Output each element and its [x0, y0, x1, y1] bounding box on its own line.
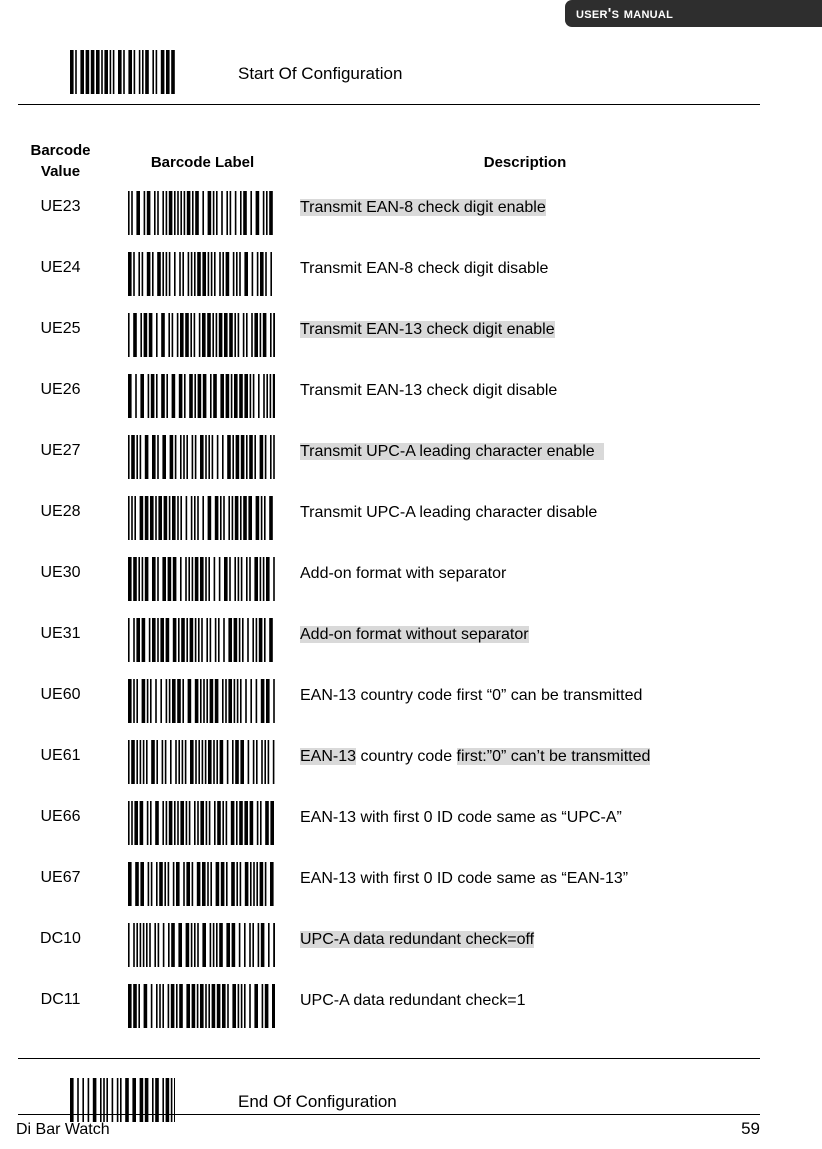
table-row: UE31 Add-on format without separator	[0, 612, 822, 673]
barcode-label-cell[interactable]	[128, 496, 275, 540]
column-header-description: Description	[483, 154, 567, 171]
barcode-label-cell[interactable]	[128, 191, 275, 235]
barcode-value-cell: UE30	[40, 564, 81, 581]
description-plain-segment: Transmit EAN-8 check digit disable	[300, 260, 549, 277]
footer-divider-rule	[18, 1058, 760, 1059]
end-of-configuration-section: End Of Configuration	[0, 1074, 822, 1130]
description-cell: Transmit EAN-13 check digit disable	[300, 380, 557, 402]
barcode-value-cell: UE31	[40, 625, 81, 642]
description-cell: Transmit UPC-A leading character enable	[300, 441, 604, 463]
column-header-barcode-label: Barcode Label	[150, 154, 255, 171]
table-row: UE61 EAN-13 country code first:”0” can’t …	[0, 734, 822, 795]
table-row: UE23 Transmit EAN-8 check digit enable	[0, 185, 822, 246]
barcode-label-cell[interactable]	[128, 313, 275, 357]
description-cell: EAN-13 country code first “0” can be tra…	[300, 685, 642, 707]
table-header-row: Barcode Value Barcode Label Description	[0, 140, 822, 185]
start-of-configuration-section: Start Of Configuration	[0, 46, 822, 102]
barcode-label-cell[interactable]	[128, 679, 275, 723]
description-cell: EAN-13 with first 0 ID code same as “EAN…	[300, 868, 628, 890]
description-plain-segment: Transmit EAN-13 check digit disable	[300, 382, 558, 399]
barcode-label-cell[interactable]	[128, 435, 275, 479]
description-highlighted-segment: Add-on format without separator	[300, 626, 529, 643]
description-plain-segment: Transmit UPC-A leading character disable	[300, 504, 598, 521]
description-highlighted-segment: Transmit UPC-A leading character enable	[300, 443, 604, 460]
description-cell: UPC-A data redundant check=1	[300, 990, 525, 1012]
description-plain-segment: EAN-13 with first 0 ID code same as “UPC…	[300, 809, 622, 826]
description-cell: Transmit EAN-8 check digit enable	[300, 197, 546, 219]
table-row: UE66 EAN-13 with first 0 ID code same as …	[0, 795, 822, 856]
table-row: DC10 UPC-A data redundant check=off	[0, 917, 822, 978]
table-row: UE67 EAN-13 with first 0 ID code same as …	[0, 856, 822, 917]
table-body: UE23 Transmit EAN-8 check digit enable UE2…	[0, 185, 822, 1039]
description-cell: Add-on format without separator	[300, 624, 529, 646]
barcode-label-cell[interactable]	[128, 923, 275, 967]
description-highlighted-segment: first:”0” can’t be transmitted	[456, 748, 651, 765]
users-manual-banner-label: User's Manual	[576, 5, 674, 22]
column-header-barcode-value: Barcode Value	[18, 140, 103, 182]
table-row: UE26 Transmit EAN-13 check digit disable	[0, 368, 822, 429]
description-cell: UPC-A data redundant check=off	[300, 929, 535, 951]
barcode-label-cell[interactable]	[128, 252, 275, 296]
table-row: UE60 EAN-13 country code first “0” can be…	[0, 673, 822, 734]
table-row: UE24 Transmit EAN-8 check digit disable	[0, 246, 822, 307]
description-cell: Add-on format with separator	[300, 563, 506, 585]
description-cell: Transmit EAN-13 check digit enable	[300, 319, 555, 341]
barcode-value-cell: UE28	[40, 503, 81, 520]
description-plain-segment: EAN-13 with first 0 ID code same as “EAN…	[300, 870, 629, 887]
barcode-value-cell: UE66	[40, 808, 81, 825]
table-row: UE30 Add-on format with separator	[0, 551, 822, 612]
description-plain-segment: Add-on format with separator	[300, 565, 507, 582]
barcode-label-cell[interactable]	[128, 862, 275, 906]
barcode-configuration-table: Barcode Value Barcode Label Description …	[0, 140, 822, 1039]
barcode-value-cell: UE26	[40, 381, 81, 398]
column-header-barcode-value-line1: Barcode	[30, 142, 91, 159]
header-divider-rule	[18, 104, 760, 105]
start-configuration-label: Start Of Configuration	[238, 64, 403, 83]
description-highlighted-segment: EAN-13	[300, 748, 357, 765]
start-configuration-barcode[interactable]	[70, 50, 175, 94]
page-footer-rule	[18, 1114, 760, 1115]
description-plain-segment: UPC-A data redundant check=1	[300, 992, 526, 1009]
barcode-label-cell[interactable]	[128, 801, 275, 845]
barcode-value-cell: UE24	[40, 259, 81, 276]
barcode-value-cell: UE61	[40, 747, 81, 764]
description-highlighted-segment: UPC-A data redundant check=off	[300, 931, 535, 948]
description-cell: EAN-13 with first 0 ID code same as “UPC…	[300, 807, 622, 829]
barcode-label-cell[interactable]	[128, 618, 275, 662]
barcode-label-cell[interactable]	[128, 374, 275, 418]
table-row: UE25 Transmit EAN-13 check digit enable	[0, 307, 822, 368]
description-cell: EAN-13 country code first:”0” can’t be t…	[300, 746, 651, 768]
barcode-value-cell: UE60	[40, 686, 81, 703]
table-row: UE28 Transmit UPC-A leading character dis…	[0, 490, 822, 551]
footer-product-name: Di Bar Watch	[16, 1121, 110, 1138]
barcode-label-cell[interactable]	[128, 984, 275, 1028]
barcode-value-cell: DC11	[40, 991, 81, 1008]
column-header-barcode-value-line2: Value	[40, 163, 81, 180]
table-row: UE27 Transmit UPC-A leading character ena…	[0, 429, 822, 490]
description-highlighted-segment: Transmit EAN-8 check digit enable	[300, 199, 546, 216]
description-cell: Transmit UPC-A leading character disable	[300, 502, 597, 524]
users-manual-banner: User's Manual	[565, 0, 822, 27]
barcode-value-cell: UE27	[40, 442, 81, 459]
description-cell: Transmit EAN-8 check digit disable	[300, 258, 548, 280]
end-configuration-label: End Of Configuration	[238, 1092, 397, 1111]
barcode-value-cell: UE67	[40, 869, 81, 886]
barcode-value-cell: UE23	[40, 198, 81, 215]
barcode-label-cell[interactable]	[128, 557, 275, 601]
description-highlighted-segment: Transmit EAN-13 check digit enable	[300, 321, 555, 338]
table-row: DC11 UPC-A data redundant check=1	[0, 978, 822, 1039]
barcode-value-cell: UE25	[40, 320, 81, 337]
end-configuration-barcode[interactable]	[70, 1078, 175, 1122]
description-plain-segment: EAN-13 country code first “0” can be tra…	[300, 687, 643, 704]
footer-page-number: 59	[741, 1119, 760, 1138]
barcode-label-cell[interactable]	[128, 740, 275, 784]
barcode-value-cell: DC10	[40, 930, 81, 947]
description-plain-segment: country code	[356, 748, 457, 765]
